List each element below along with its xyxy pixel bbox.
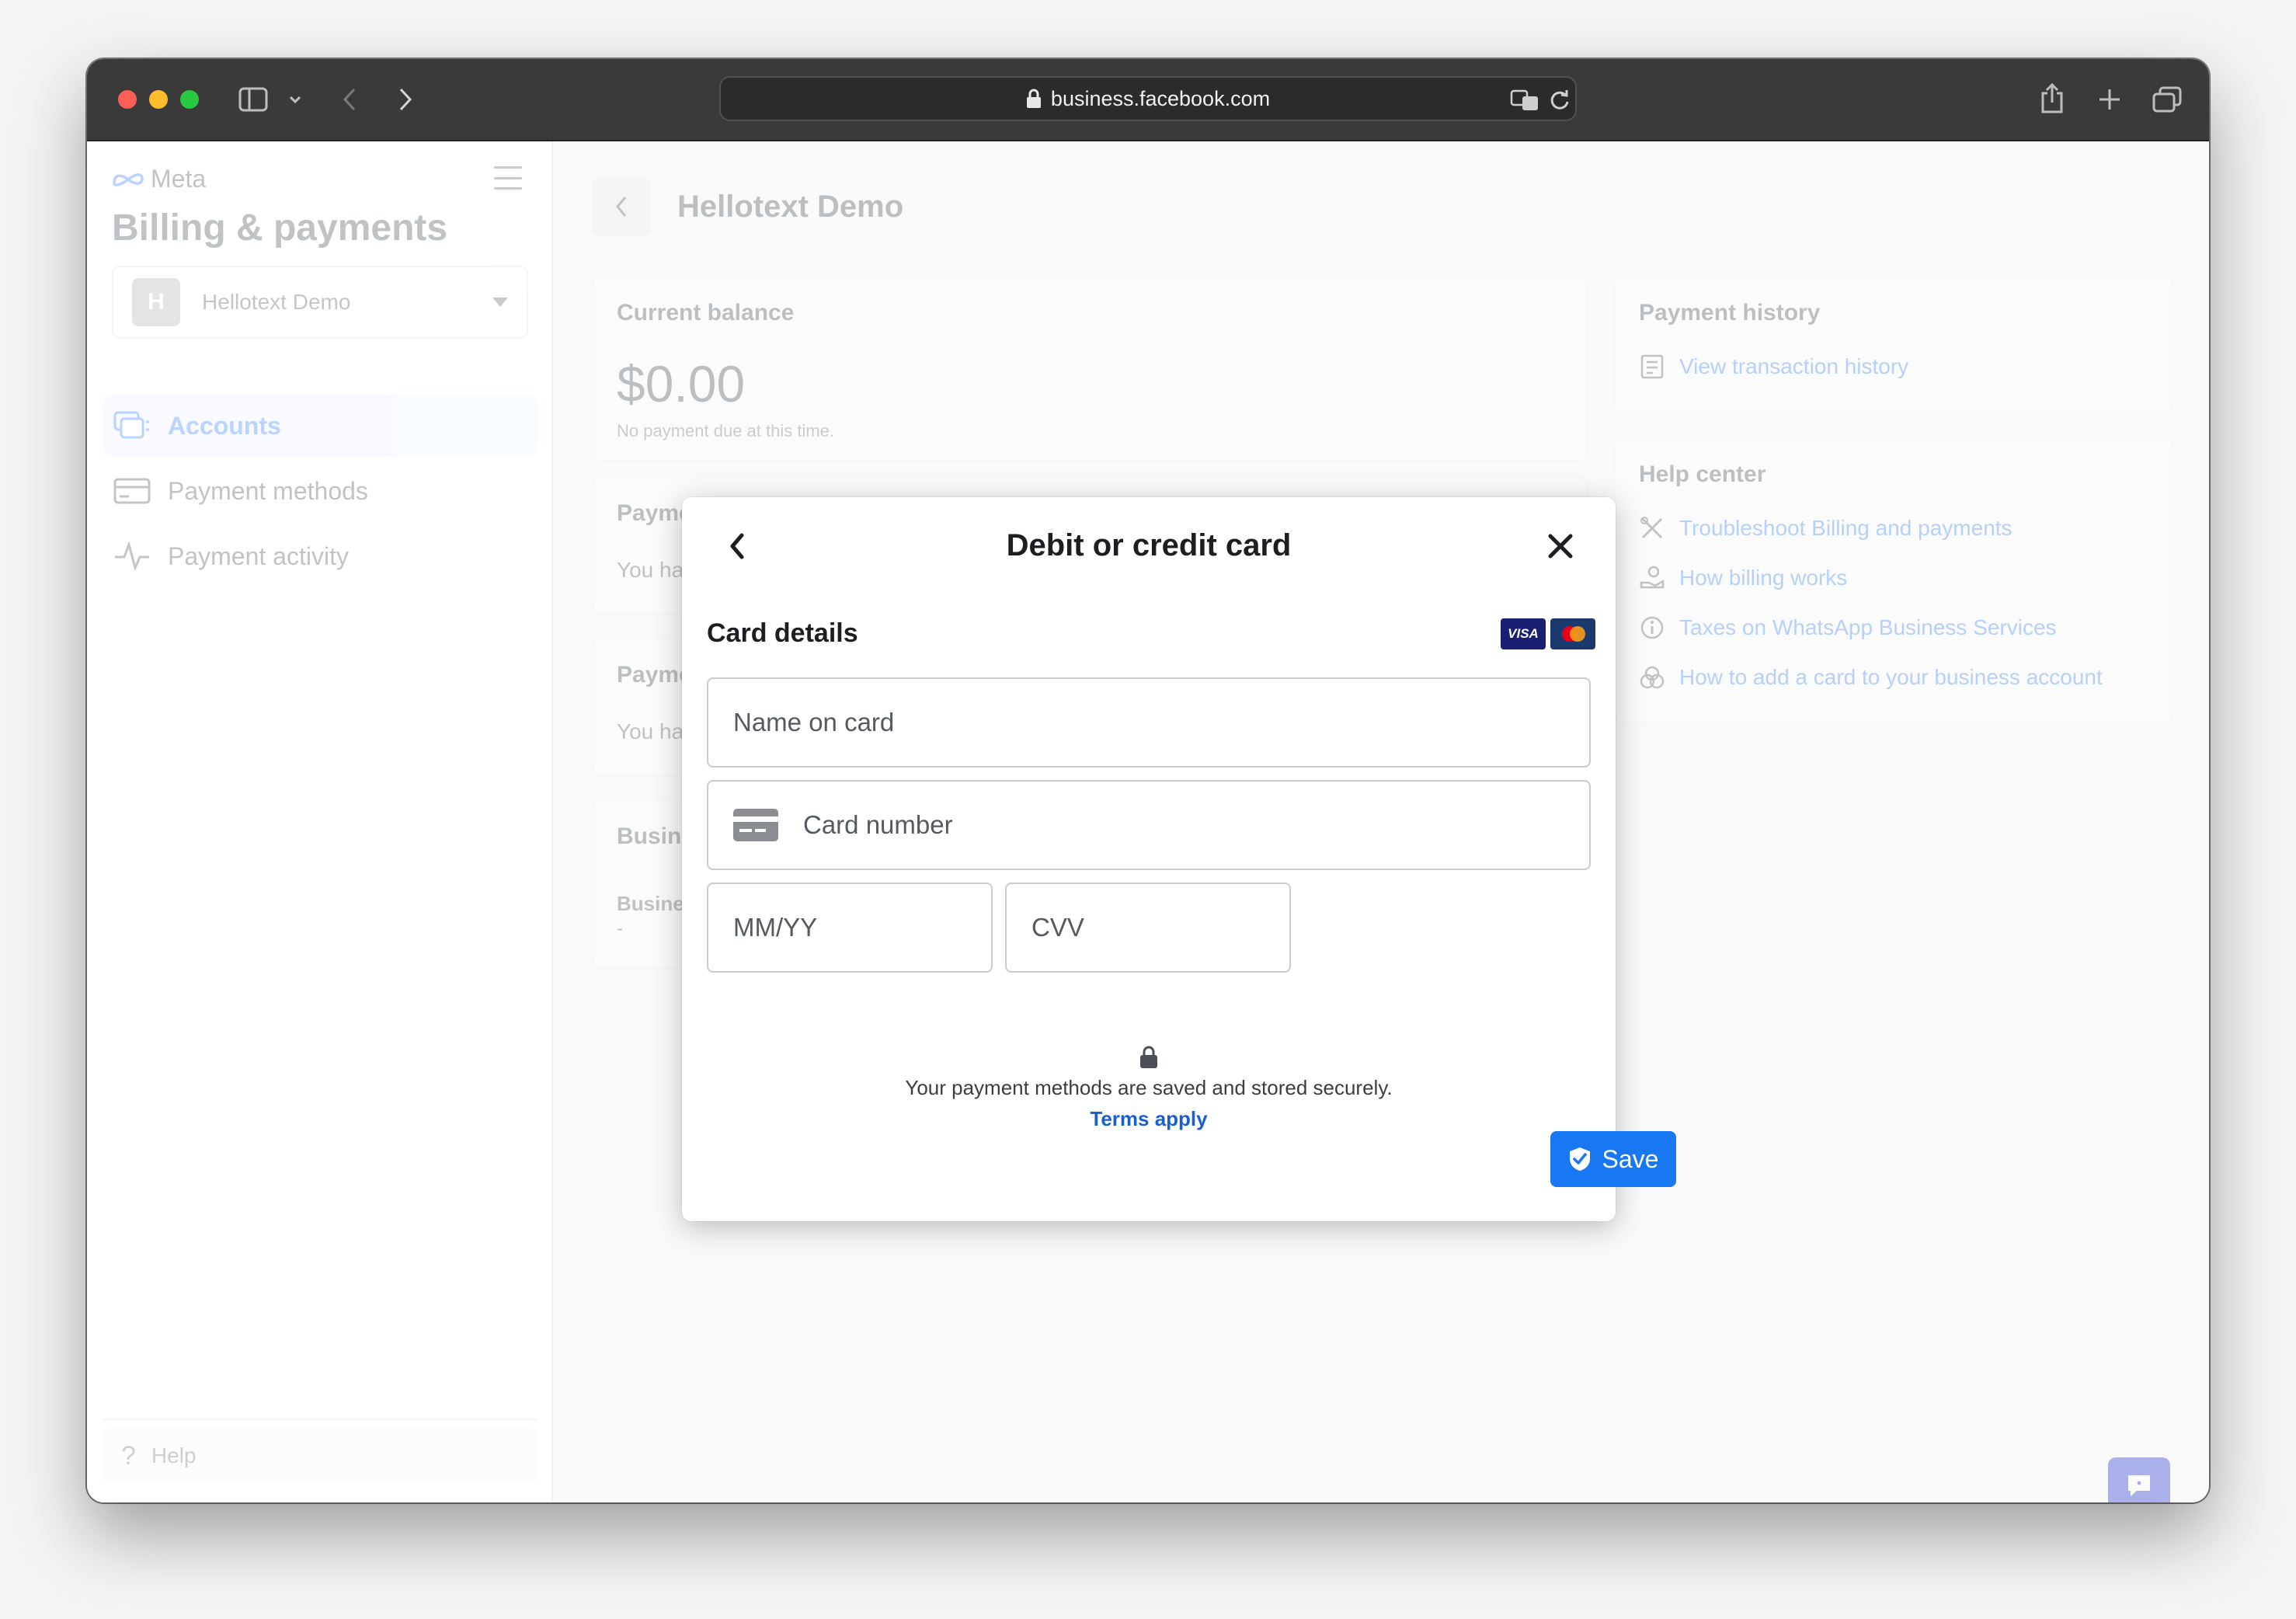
reload-icon[interactable] [1549,89,1571,112]
card-details-dialog: Debit or credit card Card details VISA N… [682,497,1676,1221]
card-number-field[interactable] [707,780,1591,870]
name-on-card-field[interactable] [707,677,1591,768]
expiry-input[interactable] [733,913,991,942]
page-content: Meta Billing & payments H Hellotext Demo… [87,141,2209,1502]
sidebar-toggle-icon[interactable] [238,85,269,113]
credit-card-icon [733,809,778,841]
translate-icon[interactable] [1510,89,1541,112]
tab-overview-icon[interactable] [2150,84,2184,115]
dialog-title: Debit or credit card [1006,528,1292,562]
back-arrow-icon[interactable] [336,85,364,113]
security-note: Your payment methods are saved and store… [682,1046,1616,1134]
new-tab-icon[interactable] [2094,84,2125,115]
card-details-heading: Card details [707,618,858,648]
close-window-button[interactable] [118,90,137,109]
shield-check-icon [1569,1147,1590,1171]
cvv-input[interactable] [1031,913,1289,942]
minimize-window-button[interactable] [149,90,168,109]
name-on-card-input[interactable] [733,708,1589,737]
share-icon[interactable] [2037,81,2068,115]
security-text: Your payment methods are saved and store… [905,1076,1393,1099]
expiry-field[interactable] [707,883,993,973]
save-label: Save [1602,1144,1659,1173]
cvv-field[interactable] [1005,883,1291,973]
browser-toolbar: business.facebook.com [87,59,2209,141]
forward-arrow-icon[interactable] [391,85,419,113]
maximize-window-button[interactable] [180,90,199,109]
terms-link[interactable]: Terms apply [682,1103,1616,1134]
card-number-input[interactable] [803,810,1589,840]
dialog-close-button[interactable] [1541,527,1580,566]
close-icon [1548,534,1573,559]
mastercard-logo [1550,618,1595,649]
accepted-cards: VISA [1501,618,1595,649]
lock-icon [1026,89,1041,108]
save-button[interactable]: Save [1550,1131,1676,1187]
visa-logo: VISA [1501,618,1546,649]
lock-icon [682,1046,1616,1069]
url-text: business.facebook.com [1050,86,1271,110]
address-bar[interactable]: business.facebook.com [719,76,1577,121]
browser-window: business.facebook.com Meta Billing & pay… [87,59,2209,1502]
chevron-down-icon[interactable] [286,90,304,109]
